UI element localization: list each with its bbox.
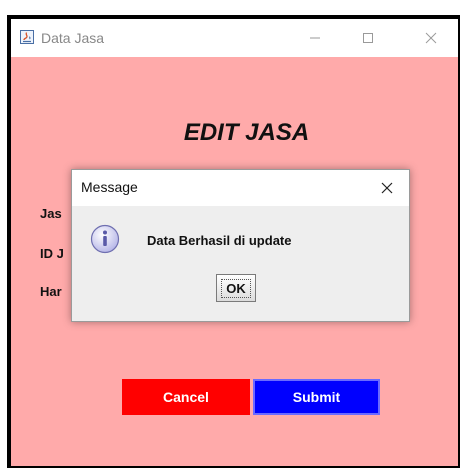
window-titlebar: Data Jasa bbox=[11, 19, 458, 57]
info-icon bbox=[90, 224, 120, 254]
harga-label: Har bbox=[40, 284, 62, 299]
ok-button[interactable]: OK bbox=[216, 274, 256, 302]
page-title: EDIT JASA bbox=[183, 119, 310, 146]
maximize-icon[interactable] bbox=[345, 19, 391, 57]
dialog-title: Message bbox=[81, 179, 138, 195]
dialog-titlebar: Message bbox=[72, 170, 409, 206]
java-app-icon bbox=[19, 29, 35, 45]
ok-button-label: OK bbox=[221, 278, 251, 298]
minimize-icon[interactable] bbox=[292, 19, 338, 57]
dialog-close-icon[interactable] bbox=[374, 176, 400, 200]
id-jasa-label: ID J bbox=[40, 246, 64, 261]
submit-button[interactable]: Submit bbox=[253, 379, 380, 415]
window-title: Data Jasa bbox=[41, 30, 105, 46]
dialog-message: Data Berhasil di update bbox=[147, 233, 292, 248]
close-icon[interactable] bbox=[408, 19, 454, 57]
jasa-label: Jas bbox=[40, 206, 62, 221]
message-dialog: Message Data Berhasil di update OK bbox=[71, 169, 410, 322]
cancel-button[interactable]: Cancel bbox=[122, 379, 250, 415]
